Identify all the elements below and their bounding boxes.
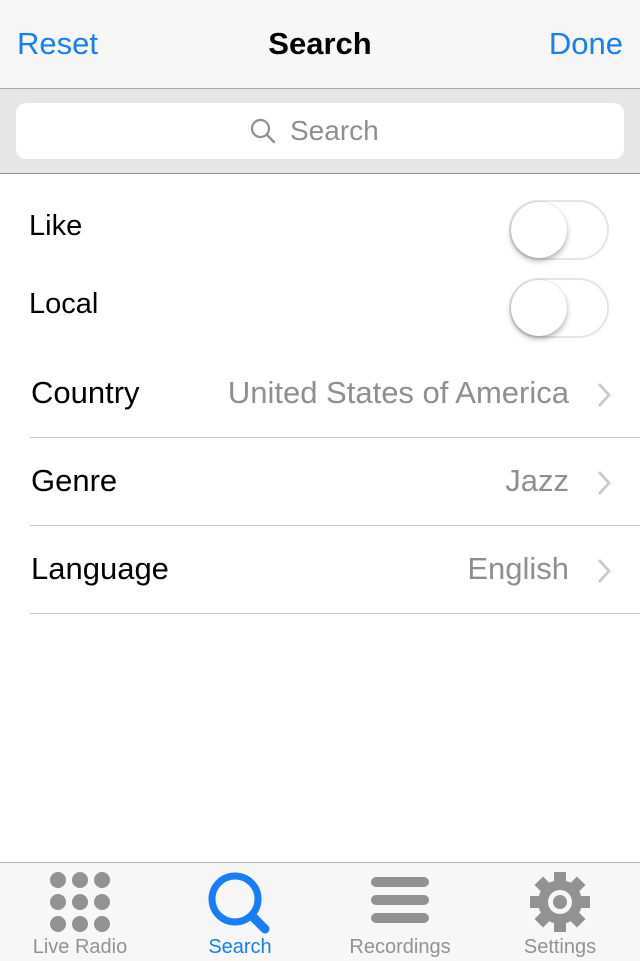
search-icon [250, 118, 276, 144]
list-lines-icon [371, 877, 429, 923]
like-label: Like [29, 210, 83, 242]
genre-value: Jazz [505, 463, 569, 498]
tab-settings[interactable]: Settings [480, 863, 640, 961]
navigation-bar: Reset Search Done [0, 0, 640, 89]
tab-search[interactable]: Search [160, 863, 320, 961]
local-label: Local [29, 288, 99, 320]
dot-grid-icon [50, 872, 110, 932]
switch-knob [511, 202, 567, 258]
search-bar [0, 89, 640, 174]
tab-recordings[interactable]: Recordings [320, 863, 480, 961]
like-toggle-row: Like [0, 186, 640, 264]
chevron-right-icon [598, 383, 611, 407]
language-value: English [467, 551, 569, 586]
language-row[interactable]: Language English [0, 526, 640, 614]
country-label: Country [31, 375, 140, 410]
country-row[interactable]: Country United States of America [0, 350, 640, 438]
like-switch[interactable] [509, 200, 609, 260]
done-button[interactable]: Done [549, 26, 623, 62]
search-input[interactable] [290, 115, 390, 147]
search-field[interactable] [16, 103, 624, 159]
local-switch[interactable] [509, 278, 609, 338]
row-divider [30, 613, 640, 614]
tab-label: Search [208, 936, 272, 958]
genre-label: Genre [31, 463, 118, 498]
local-toggle-row: Local [0, 264, 640, 342]
reset-button[interactable]: Reset [17, 26, 98, 62]
tab-label: Live Radio [32, 936, 128, 958]
tab-live-radio[interactable]: Live Radio [0, 863, 160, 961]
chevron-right-icon [598, 471, 611, 495]
switch-knob [511, 280, 567, 336]
tab-bar: Live Radio Search Recordings Settings [0, 862, 640, 961]
language-label: Language [31, 551, 169, 586]
chevron-right-icon [598, 559, 611, 583]
tab-label: Recordings [349, 936, 451, 958]
genre-row[interactable]: Genre Jazz [0, 438, 640, 526]
country-value: United States of America [227, 375, 569, 410]
gear-icon [530, 872, 590, 932]
tab-label: Settings [523, 936, 597, 958]
magnifier-icon [208, 872, 270, 934]
